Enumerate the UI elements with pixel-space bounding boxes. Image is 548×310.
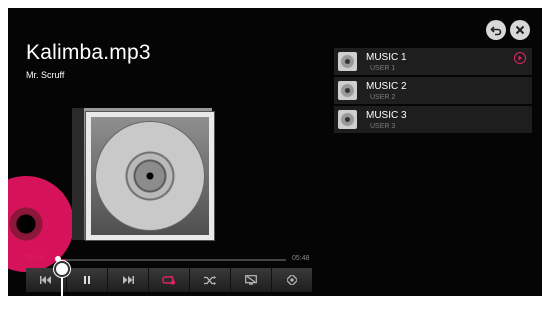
screen-off-button[interactable] [231,268,272,292]
playlist-item-user: USER 3 [370,123,396,130]
now-playing-icon [514,52,526,64]
music-player-screen: Kalimba.mp3 Mr. Scruff 00:10 05:48 MUSIC… [8,8,542,296]
repeat-button[interactable] [149,268,190,292]
track-artist: Mr. Scruff [26,70,65,80]
cd-icon [96,122,204,230]
playlist-item-user: USER 2 [370,94,396,101]
elapsed-time: 00:10 [26,255,44,262]
playlist: MUSIC 1 USER 1 MUSIC 2 USER 2 MUSIC 3 US… [334,48,532,135]
settings-button[interactable] [272,268,312,292]
playlist-item-title: MUSIC 1 [366,52,407,63]
skip-next-icon [123,276,134,284]
progress-slider-handle[interactable] [54,261,70,277]
playlist-item-user: USER 1 [370,65,396,72]
playlist-item-title: MUSIC 2 [366,81,407,92]
pause-button[interactable] [67,268,108,292]
back-button[interactable] [486,20,506,40]
cd-thumbnail-icon [338,81,357,100]
skip-previous-icon [40,276,51,284]
screen-off-icon [245,275,257,285]
pause-icon [84,276,90,284]
album-spine [72,108,84,240]
playlist-item[interactable]: MUSIC 2 USER 2 [334,77,532,104]
shuffle-icon [204,275,216,285]
repeat-icon [162,275,176,285]
back-icon [490,26,502,36]
next-button[interactable] [108,268,149,292]
playlist-item[interactable]: MUSIC 3 USER 3 [334,106,532,133]
album-art [86,112,214,240]
cd-thumbnail-icon [338,52,357,71]
progress-bar[interactable] [58,259,286,261]
playlist-item[interactable]: MUSIC 1 USER 1 [334,48,532,75]
track-title: Kalimba.mp3 [26,41,151,64]
total-time: 05:48 [292,255,310,262]
shuffle-button[interactable] [190,268,231,292]
cd-thumbnail-icon [338,110,357,129]
pointer-line [61,278,63,296]
playlist-item-title: MUSIC 3 [366,110,407,121]
settings-icon [287,275,297,285]
close-button[interactable] [510,20,530,40]
album-art-inner [91,117,209,235]
close-icon [515,25,525,35]
